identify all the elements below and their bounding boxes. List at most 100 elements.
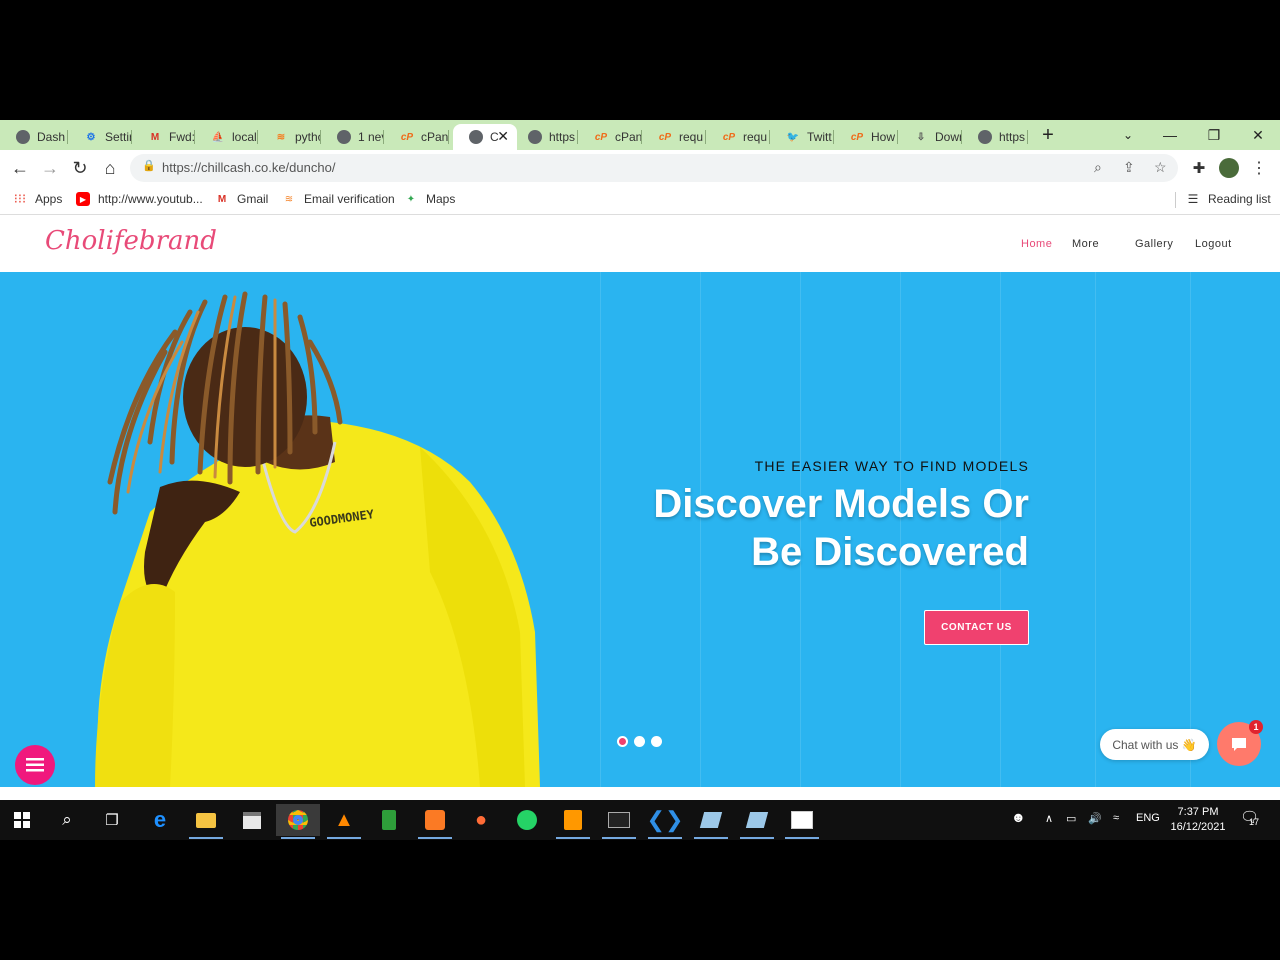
whatsapp-icon[interactable]: [505, 804, 549, 836]
reload-button[interactable]: ↻: [67, 156, 93, 180]
restore-button[interactable]: ❐: [1192, 120, 1236, 150]
stackoverflow-icon: ≋: [276, 131, 286, 143]
download-icon: ⇩: [916, 131, 926, 143]
language-indicator[interactable]: ENG: [1136, 812, 1160, 824]
tab-label: https: [999, 130, 1026, 144]
share-icon[interactable]: ⇪: [1123, 159, 1135, 176]
tab-new[interactable]: 1 nev: [321, 124, 384, 150]
tab-dash[interactable]: Dash: [0, 124, 68, 150]
tab-python[interactable]: ≋ pytho: [258, 124, 321, 150]
vlc-icon[interactable]: ▲: [322, 804, 366, 839]
tab-label: local: [232, 130, 257, 144]
star-icon[interactable]: ☆: [1154, 159, 1167, 176]
nav-gallery[interactable]: Gallery: [1135, 238, 1173, 250]
notepad-icon-2[interactable]: [735, 804, 779, 839]
search-icon[interactable]: ⌕: [45, 804, 89, 836]
tab-gmail[interactable]: M Fwd:: [132, 124, 195, 150]
home-button[interactable]: ⌂: [97, 156, 123, 180]
tab-search-chevron-icon[interactable]: ⌄: [1106, 120, 1150, 150]
wifi-icon[interactable]: ≈: [1113, 812, 1119, 824]
bookmark-gmail[interactable]: M Gmail: [215, 192, 269, 206]
reading-list-icon: ☰: [1187, 192, 1199, 206]
nav-more[interactable]: More: [1072, 238, 1099, 250]
tab-https[interactable]: https: [512, 124, 578, 150]
close-tab-icon[interactable]: ✕: [497, 128, 509, 145]
lock-icon[interactable]: 🔒: [142, 159, 156, 172]
chat-notification-badge: 1: [1249, 720, 1263, 734]
volume-icon[interactable]: 🔊: [1088, 812, 1102, 825]
tab-active[interactable]: C ✕: [453, 124, 517, 150]
slide-dot-2[interactable]: [634, 736, 645, 747]
divider: [1175, 192, 1176, 208]
tab-label: Dowr: [935, 130, 962, 144]
notepad-icon[interactable]: [689, 804, 733, 839]
bookmark-apps[interactable]: ⁝⁝⁝ Apps: [13, 191, 63, 206]
clock-date: 16/12/2021: [1170, 821, 1226, 833]
photos-icon[interactable]: [780, 804, 824, 839]
sublime-text-icon[interactable]: [551, 804, 595, 839]
chrome-icon[interactable]: [276, 804, 320, 839]
store-icon[interactable]: [230, 804, 274, 836]
windows-start-button[interactable]: [0, 804, 44, 836]
slide-dot-3[interactable]: [651, 736, 662, 747]
forward-button[interactable]: →: [37, 156, 63, 180]
tray-chevron-up-icon[interactable]: ∧: [1045, 812, 1053, 825]
tab-https-2[interactable]: https: [962, 124, 1028, 150]
site-header: Cholifebrand Home More Gallery Logout: [0, 216, 1280, 272]
extensions-icon[interactable]: ✚: [1186, 156, 1212, 180]
battery-icon[interactable]: ▭: [1066, 812, 1076, 825]
contact-us-button[interactable]: CONTACT US: [924, 610, 1029, 645]
hamburger-icon: [26, 758, 44, 772]
zoom-icon[interactable]: ⌕: [1094, 159, 1102, 176]
slide-dot-1[interactable]: [617, 736, 628, 747]
menu-kebab-icon[interactable]: ⋮: [1246, 156, 1272, 180]
globe-icon: [978, 130, 992, 144]
file-explorer-icon[interactable]: [184, 804, 228, 839]
tab-localhost[interactable]: ⛵ local: [195, 124, 258, 150]
bookmark-label: Maps: [426, 192, 456, 206]
terminal-icon[interactable]: [597, 804, 641, 839]
reading-list-label: Reading list: [1208, 192, 1271, 206]
bookmark-label: Gmail: [237, 192, 269, 206]
back-button[interactable]: ←: [7, 156, 33, 180]
tab-request-2[interactable]: cP requ: [706, 124, 770, 150]
close-window-button[interactable]: ✕: [1236, 120, 1280, 150]
people-icon[interactable]: ☻: [1011, 809, 1026, 825]
notification-count: 17: [1249, 817, 1260, 827]
tab-download[interactable]: ⇩ Dowr: [898, 124, 962, 150]
tab-cpanel-2[interactable]: cP cPane: [578, 124, 642, 150]
chat-with-us-label[interactable]: Chat with us 👋: [1100, 729, 1209, 760]
tab-label: cPane: [421, 130, 449, 144]
tab-cpanel[interactable]: cP cPane: [384, 124, 449, 150]
reading-list-button[interactable]: ☰ Reading list: [1186, 192, 1271, 206]
bookmark-email-verification[interactable]: ≋ Email verification: [282, 192, 395, 206]
bookmark-youtube[interactable]: ▶ http://www.youtub...: [76, 192, 203, 206]
site-logo[interactable]: Cholifebrand: [45, 226, 217, 256]
globe-icon: [528, 130, 542, 144]
tab-how[interactable]: cP How: [834, 124, 898, 150]
minimize-button[interactable]: —: [1148, 120, 1192, 150]
menu-fab-button[interactable]: [15, 745, 55, 785]
tab-settings[interactable]: ⚙ Settir: [68, 124, 132, 150]
clock[interactable]: 7:37 PM 16/12/2021: [1160, 805, 1236, 835]
postman-icon[interactable]: ●: [459, 804, 503, 836]
tab-label: Settir: [105, 130, 132, 144]
bookmarks-bar: ⁝⁝⁝ Apps ▶ http://www.youtub... M Gmail ≋ Em…: [0, 186, 1280, 215]
notification-center-icon[interactable]: 🗨 17: [1240, 808, 1260, 827]
task-view-icon[interactable]: ❐: [90, 804, 134, 836]
new-tab-button[interactable]: +: [1026, 120, 1070, 150]
edge-icon[interactable]: e: [138, 804, 182, 836]
vscode-icon[interactable]: ❮❯: [643, 804, 687, 839]
tab-twitter[interactable]: 🐦 Twitt: [770, 124, 834, 150]
hero-subtitle: THE EASIER WAY TO FIND MODELS: [754, 458, 1029, 474]
xampp-icon[interactable]: [413, 804, 457, 839]
bookmark-maps[interactable]: ✦ Maps: [404, 192, 456, 206]
url-text[interactable]: https://chillcash.co.ke/duncho/: [162, 160, 335, 175]
hero-slider: GOODMONEY THE EASIER WAY TO FIND MODELS …: [0, 272, 1280, 787]
profile-avatar[interactable]: [1216, 156, 1242, 180]
nav-logout[interactable]: Logout: [1195, 238, 1232, 250]
address-bar[interactable]: 🔒 https://chillcash.co.ke/duncho/ ⌕ ⇪ ☆: [130, 154, 1178, 182]
app-green-icon[interactable]: [367, 804, 411, 836]
tab-request[interactable]: cP requ: [642, 124, 706, 150]
nav-home[interactable]: Home: [1021, 238, 1052, 250]
